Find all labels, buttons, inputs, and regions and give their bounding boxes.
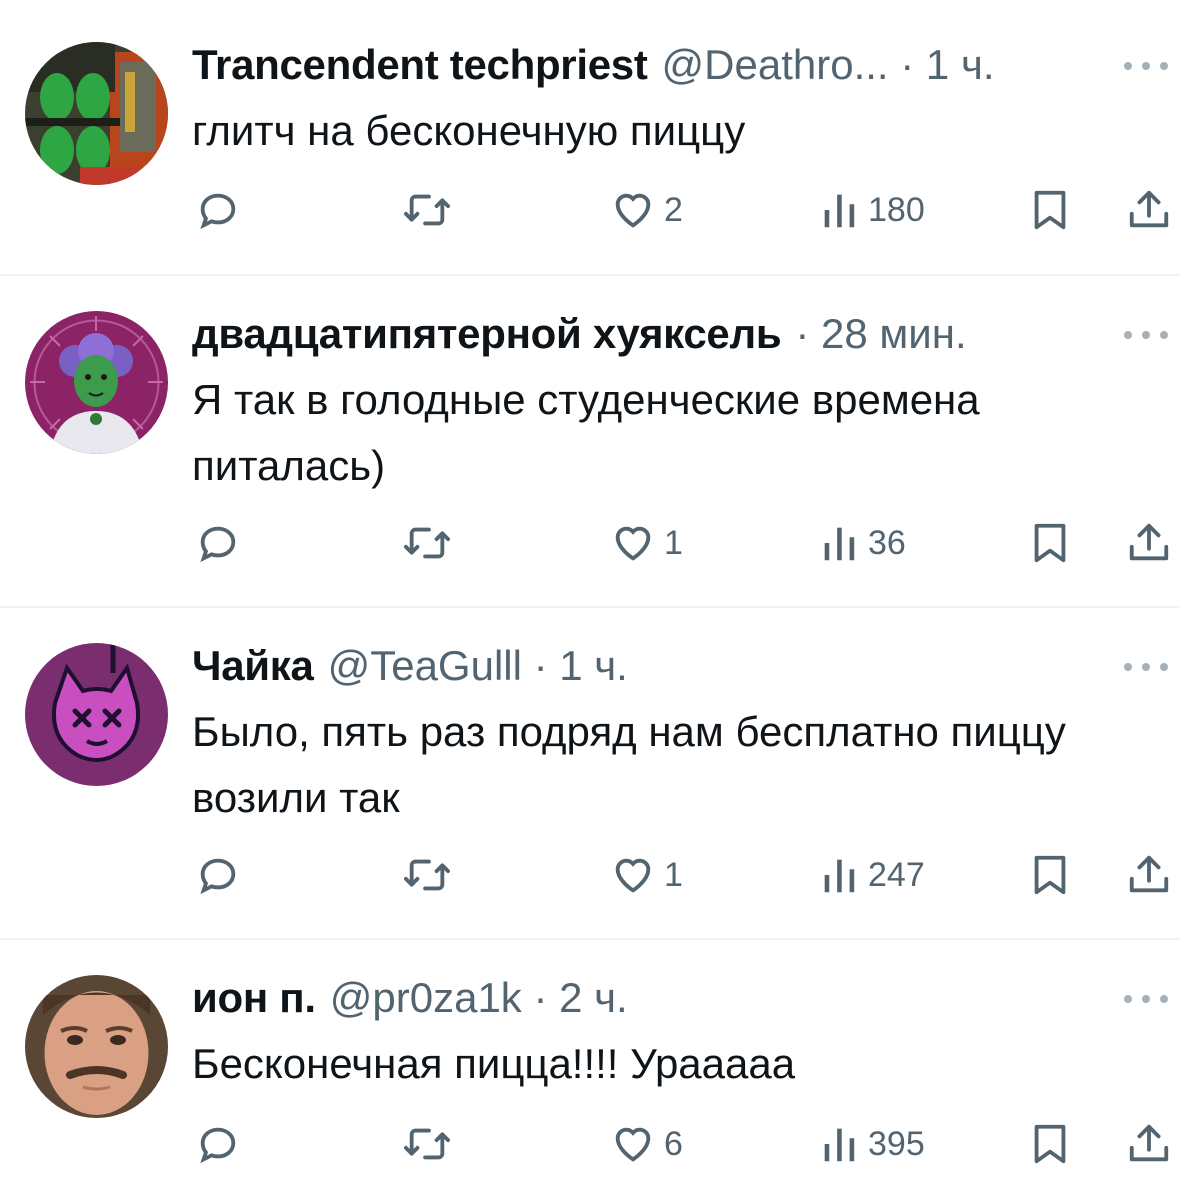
tweet-header: Чайка @TeaGulll · 1 ч. [192,636,628,696]
like-count: 1 [664,855,683,894]
heart-icon [615,193,651,228]
views-button[interactable]: 180 [820,180,925,240]
like-button[interactable]: 1 [610,845,683,905]
retweet-icon [403,527,450,559]
tweet-text: Бесконечная пицца!!!! Урааааа [192,1040,796,1087]
retweet-button[interactable] [402,180,452,240]
bar-chart-icon [824,527,855,561]
display-name[interactable]: ион п. [192,968,316,1028]
retweet-icon [403,194,450,226]
tweet-actions: 1 247 [0,845,1180,905]
tweet-text: Было, пять раз подряд нам бесплатно пицц… [192,708,1066,821]
bar-chart-icon [824,859,855,893]
retweet-button[interactable] [402,845,452,905]
tweet-header: двадцатипятерной хуяксель · 28 мин. [192,304,967,364]
share-icon [1129,190,1169,228]
tweet-actions: 6 395 [0,1114,1180,1174]
tweet-actions: 1 36 [0,513,1180,573]
handle-and-time[interactable]: · 28 мин. [795,304,966,364]
reply-button[interactable] [195,1114,241,1174]
retweet-icon [403,859,450,891]
retweet-button[interactable] [402,513,452,573]
views-button[interactable]: 36 [820,513,906,573]
heart-icon [615,1127,651,1162]
tweet[interactable]: Trancendent techpriest @Deathro... · 1 ч… [0,0,1180,275]
views-count: 395 [868,1124,925,1163]
bookmark-icon [1034,523,1066,563]
views-button[interactable]: 247 [820,845,925,905]
views-count: 36 [868,523,906,562]
speech-bubble-icon [200,193,236,230]
more-dots-icon[interactable] [1124,56,1168,76]
bookmark-button[interactable] [1027,180,1073,240]
avatar[interactable] [25,975,168,1118]
bookmark-button[interactable] [1027,513,1073,573]
bookmark-button[interactable] [1027,845,1073,905]
more-dots-icon[interactable] [1124,989,1168,1009]
like-button[interactable]: 1 [610,513,683,573]
bookmark-button[interactable] [1027,1114,1073,1174]
share-button[interactable] [1126,845,1172,905]
like-button[interactable]: 6 [610,1114,683,1174]
display-name[interactable]: Чайка [192,636,314,696]
handle-and-time[interactable]: @Deathro... · 1 ч. [662,35,995,95]
display-name[interactable]: двадцатипятерной хуяксель [192,304,782,364]
reply-feed: Trancendent techpriest @Deathro... · 1 ч… [0,0,1180,1199]
heart-icon [615,858,651,893]
bookmark-icon [1034,1124,1066,1164]
share-button[interactable] [1126,513,1172,573]
reply-button[interactable] [195,845,241,905]
share-icon [1129,855,1169,893]
tweet-header: Trancendent techpriest @Deathro... · 1 ч… [192,35,995,95]
display-name[interactable]: Trancendent techpriest [192,35,648,95]
tweet-actions: 2 180 [0,180,1180,240]
tweet-text: глитч на бесконечную пиццу [192,107,746,154]
tweet[interactable]: двадцатипятерной хуяксель · 28 мин. Я та… [0,276,1180,606]
avatar[interactable] [25,311,168,454]
like-count: 1 [664,523,683,562]
reply-button[interactable] [195,180,241,240]
share-icon [1129,523,1169,561]
views-count: 180 [868,190,925,229]
bar-chart-icon [824,1128,855,1162]
reply-button[interactable] [195,513,241,573]
speech-bubble-icon [200,1127,236,1164]
bookmark-icon [1034,190,1066,230]
views-count: 247 [868,855,925,894]
retweet-icon [403,1128,450,1160]
bookmark-icon [1034,855,1066,895]
share-icon [1129,1124,1169,1162]
views-button[interactable]: 395 [820,1114,925,1174]
tweet[interactable]: Чайка @TeaGulll · 1 ч. Было, пять раз по… [0,608,1180,938]
tweet[interactable]: ион п. @pr0za1k · 2 ч. Бесконечная пицца… [0,940,1180,1199]
speech-bubble-icon [200,858,236,895]
speech-bubble-icon [200,526,236,563]
share-button[interactable] [1126,180,1172,240]
heart-icon [615,526,651,561]
tweet-header: ион п. @pr0za1k · 2 ч. [192,968,628,1028]
more-dots-icon[interactable] [1124,657,1168,677]
like-count: 2 [664,190,683,229]
retweet-button[interactable] [402,1114,452,1174]
like-button[interactable]: 2 [610,180,683,240]
bar-chart-icon [824,194,855,228]
like-count: 6 [664,1124,683,1163]
tweet-text: Я так в голодные студенческие времена пи… [192,376,980,489]
handle-and-time[interactable]: @TeaGulll · 1 ч. [328,636,628,696]
avatar[interactable] [25,643,168,786]
handle-and-time[interactable]: @pr0za1k · 2 ч. [330,968,628,1028]
share-button[interactable] [1126,1114,1172,1174]
more-dots-icon[interactable] [1124,325,1168,345]
avatar[interactable] [25,42,168,185]
